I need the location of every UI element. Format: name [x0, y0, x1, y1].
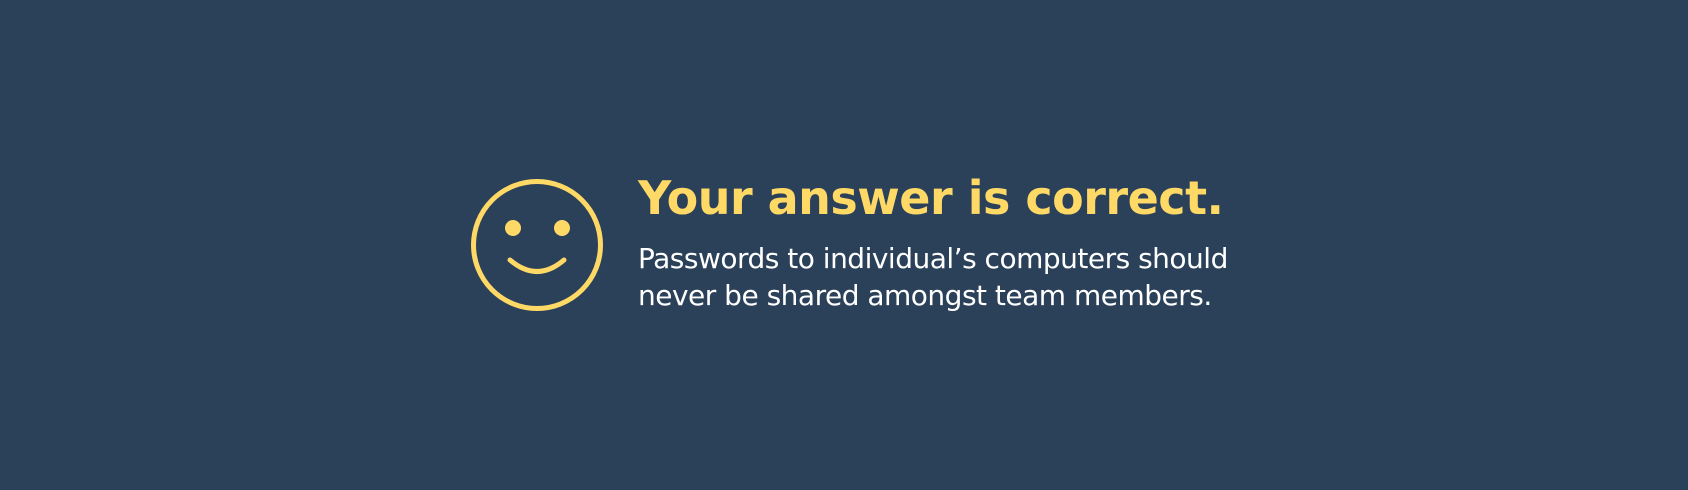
smiley-face-icon — [470, 178, 604, 312]
feedback-panel: Your answer is correct. Passwords to ind… — [470, 171, 1228, 314]
feedback-message-line: never be shared amongst team members. — [638, 279, 1212, 312]
feedback-title: Your answer is correct. — [638, 171, 1224, 225]
feedback-text: Your answer is correct. Passwords to ind… — [638, 170, 1228, 314]
feedback-message: Passwords to individual’s computers shou… — [638, 240, 1228, 314]
feedback-message-line: Passwords to individual’s computers shou… — [638, 242, 1228, 275]
